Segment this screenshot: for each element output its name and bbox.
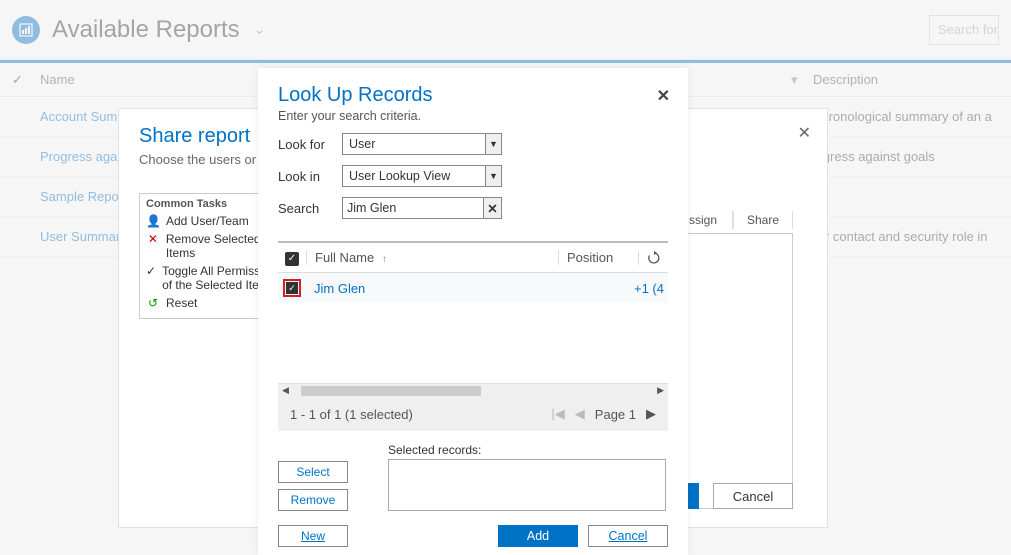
- lookup-bottom-bar: New Add Cancel: [278, 525, 668, 547]
- look-in-label: Look in: [278, 169, 342, 184]
- refresh-icon[interactable]: [638, 251, 668, 265]
- cancel-button[interactable]: Cancel: [588, 525, 668, 547]
- col-share: Share: [733, 211, 793, 229]
- lookup-side-actions: Select Remove: [278, 461, 348, 511]
- look-for-value: User: [349, 137, 375, 151]
- select-all-checkbox[interactable]: ✓: [278, 249, 306, 266]
- result-row[interactable]: ✓ Jim Glen +1 (4: [278, 273, 668, 303]
- results-header: ✓ Full Name ↑ Position: [278, 243, 668, 273]
- select-button[interactable]: Select: [278, 461, 348, 483]
- checked-icon: ✓: [286, 282, 298, 294]
- results-empty: [278, 303, 668, 383]
- sort-asc-icon: ↑: [382, 254, 387, 265]
- lookup-dialog: Look Up Records Enter your search criter…: [258, 68, 688, 555]
- pager-page: Page 1: [595, 407, 636, 422]
- search-input[interactable]: Jim Glen ✕: [342, 197, 502, 219]
- scroll-thumb[interactable]: [301, 386, 481, 396]
- checkbox-highlight: ✓: [283, 279, 301, 297]
- first-page-icon[interactable]: |◀: [551, 406, 564, 422]
- remove-button[interactable]: Remove: [278, 489, 348, 511]
- close-icon[interactable]: ✕: [798, 123, 811, 143]
- permission-columns: ssign Share: [673, 211, 793, 229]
- pager-nav: |◀ ◀ Page 1 ▶: [551, 406, 656, 422]
- result-fullname: Jim Glen: [306, 281, 618, 296]
- scroll-right-icon[interactable]: ▶: [657, 385, 664, 396]
- search-row: Search Jim Glen ✕: [278, 197, 668, 219]
- look-for-row: Look for User ▼: [278, 133, 668, 155]
- horizontal-scrollbar[interactable]: ◀ ▶: [278, 383, 668, 397]
- chevron-down-icon: ▼: [485, 134, 501, 154]
- look-for-select[interactable]: User ▼: [342, 133, 502, 155]
- result-phone: +1 (4: [618, 281, 668, 296]
- selected-records-box[interactable]: [388, 459, 666, 511]
- pager: 1 - 1 of 1 (1 selected) |◀ ◀ Page 1 ▶: [278, 397, 668, 431]
- cancel-button[interactable]: Cancel: [713, 483, 793, 509]
- close-icon[interactable]: ✕: [657, 86, 670, 106]
- column-fullname-label: Full Name: [315, 250, 374, 265]
- lookup-subtitle: Enter your search criteria.: [278, 109, 668, 123]
- task-label: Add User/Team: [166, 214, 249, 228]
- selected-records-label: Selected records:: [388, 443, 668, 457]
- scroll-left-icon[interactable]: ◀: [282, 385, 289, 396]
- column-position[interactable]: Position: [558, 250, 638, 265]
- look-in-value: User Lookup View: [349, 169, 450, 183]
- check-icon: ✓: [146, 264, 156, 278]
- pager-status: 1 - 1 of 1 (1 selected): [290, 407, 413, 422]
- user-add-icon: 👤: [146, 214, 160, 228]
- chevron-down-icon: ▼: [485, 166, 501, 186]
- look-in-select[interactable]: User Lookup View ▼: [342, 165, 502, 187]
- search-value: Jim Glen: [347, 201, 396, 215]
- prev-page-icon[interactable]: ◀: [575, 406, 585, 422]
- results-grid: ✓ Full Name ↑ Position ✓ Jim Glen +1 (4 …: [278, 241, 668, 431]
- column-fullname[interactable]: Full Name ↑: [306, 250, 558, 265]
- add-button[interactable]: Add: [498, 525, 578, 547]
- look-for-label: Look for: [278, 137, 342, 152]
- next-page-icon[interactable]: ▶: [646, 406, 656, 422]
- task-label: Reset: [166, 296, 197, 310]
- row-checkbox[interactable]: ✓: [278, 279, 306, 297]
- look-in-row: Look in User Lookup View ▼: [278, 165, 668, 187]
- new-button[interactable]: New: [278, 525, 348, 547]
- reset-icon: ↺: [146, 296, 160, 310]
- clear-icon[interactable]: ✕: [483, 198, 501, 218]
- remove-icon: ✕: [146, 232, 160, 246]
- search-label: Search: [278, 201, 342, 216]
- lookup-title: Look Up Records: [278, 84, 668, 107]
